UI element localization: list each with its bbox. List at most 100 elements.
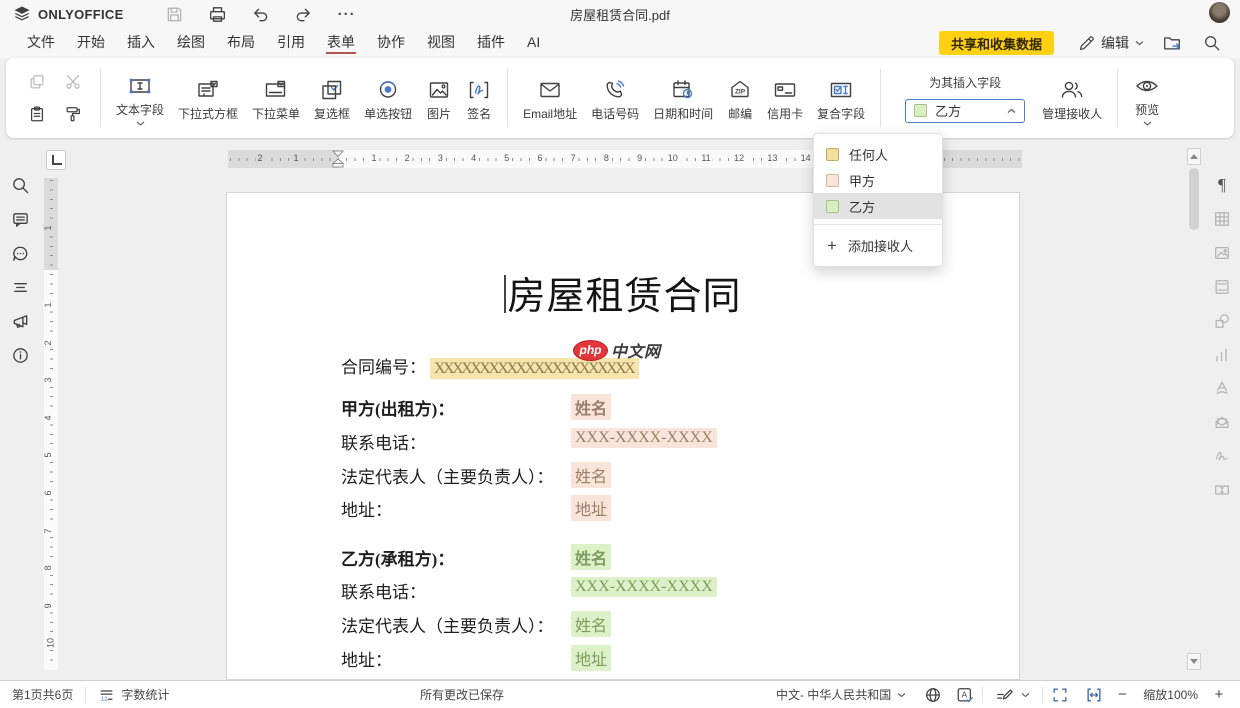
print-button[interactable] xyxy=(207,3,229,25)
ruler-number: 5 xyxy=(43,452,54,459)
save-button[interactable] xyxy=(164,3,186,25)
checkbox-button[interactable]: 复选框 xyxy=(307,74,357,122)
right-sidebar: ¶ xyxy=(1204,140,1240,680)
tab-references[interactable]: 引用 xyxy=(266,29,316,57)
date-time-field-button[interactable]: 日期和时间 xyxy=(646,74,720,122)
party-b-address-field[interactable]: 地址 xyxy=(571,645,611,671)
party-a-legal-rep-field[interactable]: 姓名 xyxy=(571,462,611,488)
vertical-scrollbar[interactable] xyxy=(1186,140,1202,680)
about-button[interactable] xyxy=(10,345,30,365)
zoom-in-button[interactable]: + xyxy=(1208,684,1230,706)
text-field-button[interactable]: 文本字段 xyxy=(109,70,171,127)
signature-field-button[interactable]: 签名 xyxy=(459,74,499,122)
party-a-color-swatch xyxy=(826,174,839,187)
role-option-party-b[interactable]: 乙方 xyxy=(814,193,942,219)
paste-button[interactable] xyxy=(24,101,50,127)
chart-settings-button[interactable] xyxy=(1212,345,1232,365)
image-settings-button[interactable] xyxy=(1212,243,1232,263)
user-avatar[interactable] xyxy=(1209,2,1230,23)
tab-file[interactable]: 文件 xyxy=(16,29,66,57)
scrollbar-thumb[interactable] xyxy=(1189,168,1199,230)
search-button[interactable] xyxy=(1200,31,1224,55)
tab-collaboration[interactable]: 协作 xyxy=(366,29,416,57)
zoom-out-button[interactable]: − xyxy=(1111,684,1133,706)
role-select[interactable]: 乙方 xyxy=(905,99,1025,123)
role-option-party-a[interactable]: 甲方 xyxy=(814,167,942,193)
cut-button[interactable] xyxy=(60,69,86,95)
text-art-settings-button[interactable] xyxy=(1212,378,1232,398)
signature-settings-button[interactable] xyxy=(1212,446,1232,466)
redo-button[interactable] xyxy=(293,3,315,25)
headings-panel-button[interactable] xyxy=(10,277,30,297)
undo-button[interactable] xyxy=(250,3,272,25)
party-b-name-field[interactable]: 姓名 xyxy=(571,544,611,570)
scroll-down-button[interactable] xyxy=(1187,653,1201,670)
format-painter-button[interactable] xyxy=(60,101,86,127)
tab-insert[interactable]: 插入 xyxy=(116,29,166,57)
credit-card-field-button[interactable]: 信用卡 xyxy=(760,74,810,122)
phone-field-button[interactable]: 电话号码 xyxy=(584,74,646,122)
more-icon: ··· xyxy=(338,6,356,23)
chat-panel-button[interactable] xyxy=(10,243,30,263)
tab-stop-selector[interactable] xyxy=(46,150,66,170)
ruler-number: 10 xyxy=(666,153,680,164)
page-indicator[interactable]: 第1页共6页 xyxy=(0,681,85,708)
party-a-address-field[interactable]: 地址 xyxy=(571,495,611,521)
tab-view[interactable]: 视图 xyxy=(416,29,466,57)
table-settings-button[interactable] xyxy=(1212,209,1232,229)
recipients-icon xyxy=(1058,74,1086,102)
combo-box-button[interactable]: 下拉式方框 xyxy=(171,74,245,122)
insert-for-block: 为其插入字段 乙方 xyxy=(905,74,1025,123)
svg-text:12: 12 xyxy=(101,695,108,702)
fit-page-button[interactable] xyxy=(1043,681,1077,708)
manage-recipients-button[interactable]: 管理接收人 xyxy=(1035,74,1109,122)
document-language-button[interactable] xyxy=(918,681,948,708)
search-panel-button[interactable] xyxy=(10,175,30,195)
more-actions-button[interactable]: ··· xyxy=(336,3,358,25)
role-option-anyone[interactable]: 任何人 xyxy=(814,141,942,167)
open-file-location-button[interactable] xyxy=(1160,31,1184,55)
indent-marker[interactable] xyxy=(331,150,345,168)
ruler-number: 3 xyxy=(436,153,445,164)
ink-tools-button[interactable] xyxy=(983,681,1042,708)
tab-forms[interactable]: 表单 xyxy=(316,29,366,57)
complex-field-button[interactable]: 复合字段 xyxy=(810,74,872,122)
radio-button-button[interactable]: 单选按钮 xyxy=(357,74,419,122)
anyone-color-swatch xyxy=(826,148,839,161)
copy-button[interactable] xyxy=(24,69,50,95)
party-b-phone-field[interactable]: XXX-XXXX-XXXX xyxy=(571,577,717,597)
language-selector[interactable]: 中文- 中华人民共和国 xyxy=(764,681,918,708)
tab-draw[interactable]: 绘图 xyxy=(166,29,216,57)
zip-code-field-button[interactable]: ZIP 邮编 xyxy=(720,74,760,122)
feedback-button[interactable] xyxy=(10,311,30,331)
party-a-phone-field[interactable]: XXX-XXXX-XXXX xyxy=(571,428,717,448)
tab-home[interactable]: 开始 xyxy=(66,29,116,57)
dropdown-button[interactable]: 下拉菜单 xyxy=(245,74,307,122)
fit-width-button[interactable] xyxy=(1077,681,1111,708)
paragraph-settings-button[interactable]: ¶ xyxy=(1212,175,1232,195)
ruler-number: 5 xyxy=(502,153,511,164)
statusbar: 第1页共6页 12 字数统计 所有更改已保存 中文- 中华人民共和国 A xyxy=(0,680,1240,708)
ruler-number: 7 xyxy=(569,153,578,164)
image-button[interactable]: 图片 xyxy=(419,74,459,122)
header-footer-settings-button[interactable] xyxy=(1212,277,1232,297)
party-a-name-field[interactable]: 姓名 xyxy=(571,394,611,420)
party-b-legal-rep-field[interactable]: 姓名 xyxy=(571,611,611,637)
editing-mode-dropdown[interactable]: 编辑 xyxy=(1078,33,1144,53)
comments-panel-button[interactable] xyxy=(10,209,30,229)
mail-merge-settings-button[interactable] xyxy=(1212,412,1232,432)
word-count-button[interactable]: 12 字数统计 xyxy=(86,681,181,708)
tab-ai[interactable]: AI xyxy=(516,29,551,57)
shape-settings-button[interactable] xyxy=(1212,311,1232,331)
add-recipient-button[interactable]: + 添加接收人 xyxy=(814,230,942,260)
tab-layout[interactable]: 布局 xyxy=(216,29,266,57)
spell-check-button[interactable]: A xyxy=(948,681,982,708)
vertical-ruler[interactable]: 112345678910 xyxy=(44,178,58,670)
email-field-button[interactable]: Email地址 xyxy=(516,74,584,122)
preview-button[interactable]: 预览 xyxy=(1126,70,1168,127)
form-settings-button[interactable] xyxy=(1212,480,1232,500)
tab-plugins[interactable]: 插件 xyxy=(466,29,516,57)
php-site-logo: php 中文网 xyxy=(573,338,661,362)
share-collect-data-button[interactable]: 共享和收集数据 xyxy=(939,31,1054,55)
scroll-up-button[interactable] xyxy=(1187,148,1201,165)
